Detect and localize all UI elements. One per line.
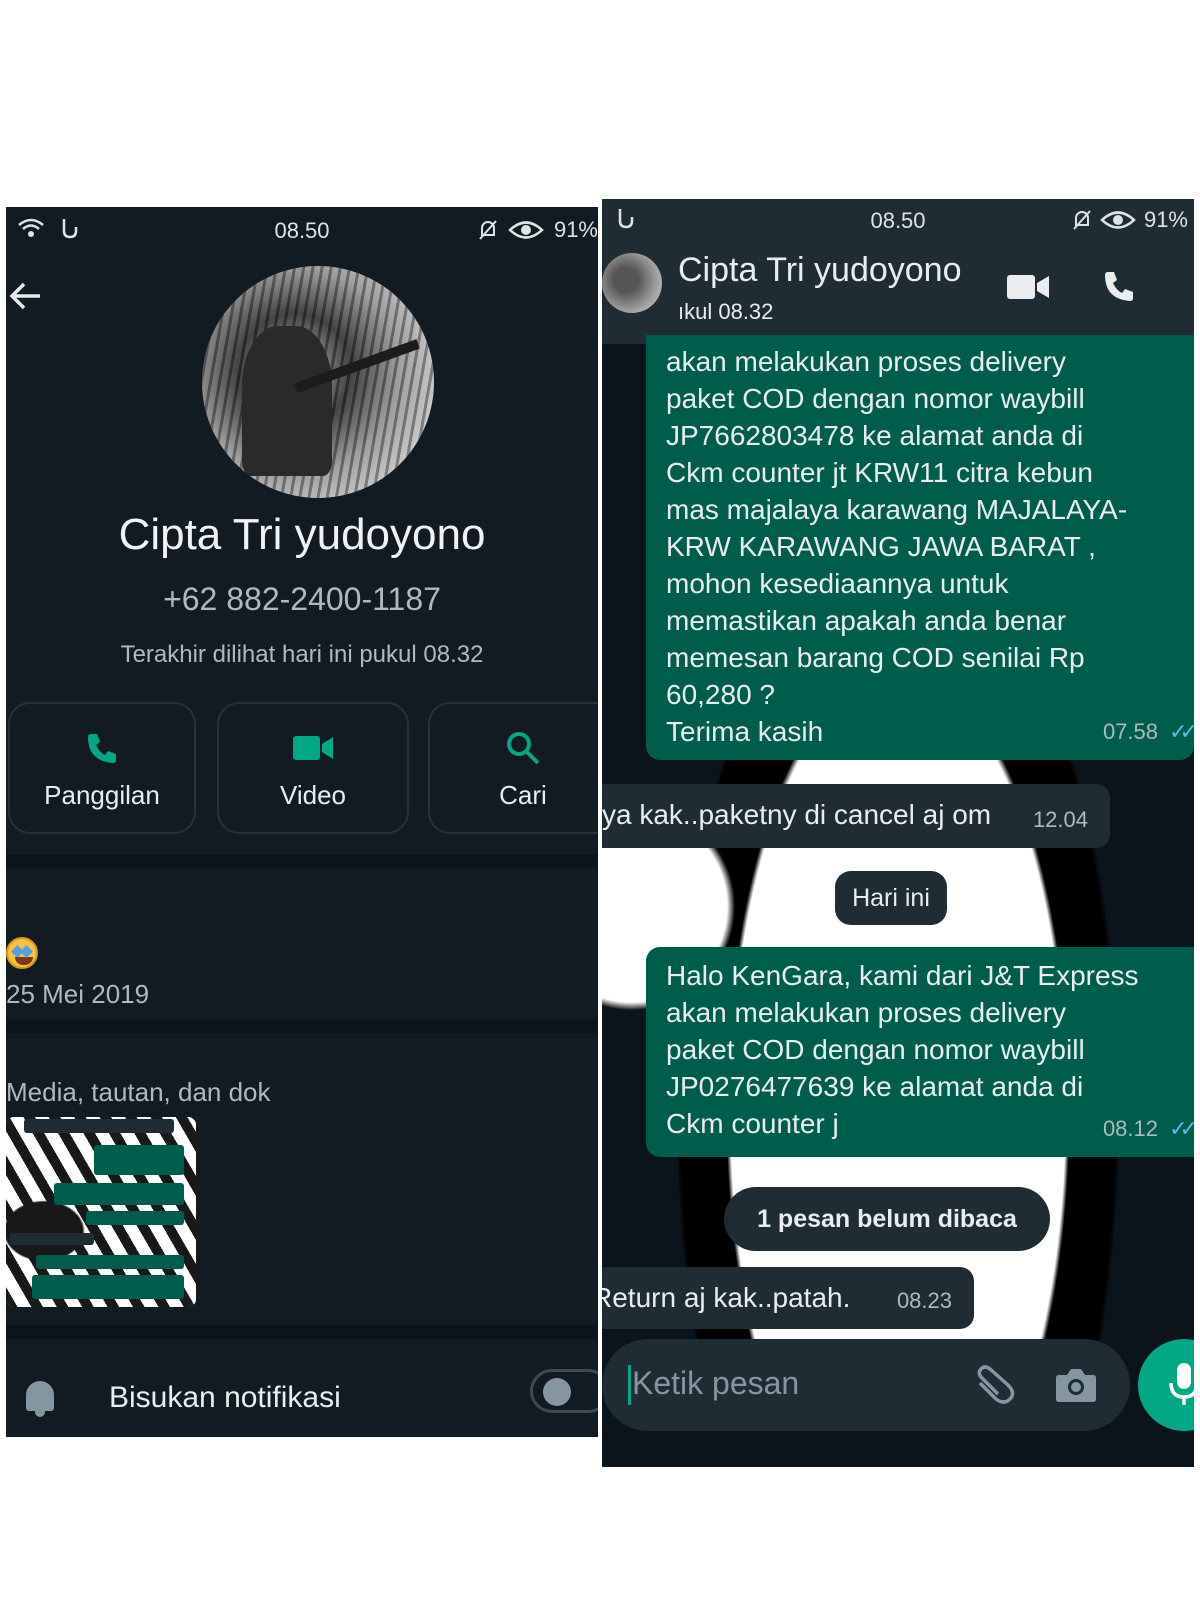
battery-level: 91% — [1143, 207, 1188, 232]
contact-avatar[interactable] — [202, 266, 434, 498]
voice-call-icon[interactable] — [1102, 269, 1136, 303]
contact-avatar[interactable] — [602, 253, 662, 313]
call-button[interactable]: Panggilan — [8, 702, 196, 834]
attach-icon[interactable] — [972, 1365, 1016, 1405]
divider — [6, 1325, 598, 1339]
divider — [6, 1019, 598, 1033]
message-composer[interactable]: Ketik pesan — [602, 1339, 1130, 1431]
eye-icon — [1100, 211, 1136, 229]
camera-icon[interactable] — [1055, 1365, 1097, 1403]
chat-header[interactable]: Cipta Tri yudoyono ıkul 08.32 — [602, 239, 1194, 344]
media-thumbnail[interactable] — [6, 1117, 196, 1307]
contact-phone: +62 882-2400-1187 — [163, 581, 441, 617]
eye-icon — [508, 221, 544, 239]
message-outgoing[interactable]: Halo KenGara, kami dari J&T Express akan… — [646, 947, 1194, 1157]
message-text: Halo KenGara, kami dari J&T Express akan… — [666, 960, 1139, 1139]
call-button-label: Panggilan — [44, 780, 160, 810]
media-section-title[interactable]: Media, tautan, dan dok — [6, 1077, 271, 1108]
contact-name: Cipta Tri yudoyono — [118, 510, 486, 559]
message-text: ya kak..paketny di cancel aj om — [602, 799, 992, 830]
message-text: Return aj kak..patah. — [602, 1282, 851, 1313]
last-seen: Terakhir dilihat hari ini pukul 08.32 — [120, 641, 484, 668]
phone-icon — [88, 734, 116, 763]
mute-notifications-label: Bisukan notifikasi — [109, 1381, 341, 1414]
search-button-label: Cari — [499, 780, 547, 810]
search-button[interactable]: Cari — [428, 702, 598, 834]
message-incoming[interactable]: Return aj kak..patah. 08.23 — [602, 1267, 974, 1329]
video-call-icon[interactable] — [1007, 273, 1049, 301]
about-date: 25 Mei 2019 — [6, 979, 150, 1009]
mic-icon — [1169, 1363, 1194, 1405]
message-time: 08.23 — [896, 1288, 952, 1313]
unread-messages-banner: 1 pesan belum dibaca — [724, 1187, 1050, 1251]
text-cursor — [628, 1365, 631, 1405]
message-outgoing[interactable]: akan melakukan proses delivery paket COD… — [646, 335, 1194, 760]
read-receipt-icon: ✓✓ — [1169, 1116, 1194, 1141]
divider — [6, 854, 598, 868]
date-separator: Hari ini — [835, 871, 947, 925]
status-icons-right: 91% — [478, 217, 598, 243]
battery-level: 91% — [553, 217, 598, 242]
message-incoming[interactable]: ya kak..paketny di cancel aj om 12.04 — [602, 784, 1110, 848]
status-bar: 08.50 91% — [6, 207, 598, 251]
chat-title[interactable]: Cipta Tri yudoyono — [678, 251, 962, 290]
contact-info-screen: 08.50 91% Cipta Tri yudoyono +62 882-240… — [6, 207, 598, 1437]
video-button[interactable]: Video — [217, 702, 409, 834]
mute-bell-icon — [1073, 210, 1091, 230]
message-text: akan melakukan proses delivery paket COD… — [666, 346, 1128, 747]
mute-notifications-row[interactable]: Bisukan notifikasi — [6, 1347, 598, 1437]
status-bar: 08.50 91% — [602, 199, 1194, 239]
message-time: 12.04 — [1032, 807, 1088, 832]
search-icon — [507, 732, 540, 765]
mute-bell-icon — [479, 220, 497, 240]
message-input[interactable]: Ketik pesan — [632, 1365, 799, 1402]
read-receipt-icon: ✓✓ — [1169, 719, 1194, 744]
bell-icon — [26, 1381, 54, 1417]
chat-screen: 08.50 91% Cipta Tri yudoyono ıkul 08.32 … — [602, 199, 1194, 1467]
back-arrow-icon[interactable] — [8, 279, 42, 320]
message-time: 08.12 — [1102, 1116, 1158, 1141]
action-buttons: Panggilan Video Cari — [6, 702, 598, 837]
chat-last-seen: ıkul 08.32 — [678, 299, 774, 324]
mute-toggle[interactable] — [530, 1369, 598, 1413]
video-icon — [293, 736, 333, 760]
star-struck-emoji — [6, 937, 38, 969]
message-time: 07.58 — [1102, 719, 1158, 744]
video-button-label: Video — [279, 780, 347, 810]
